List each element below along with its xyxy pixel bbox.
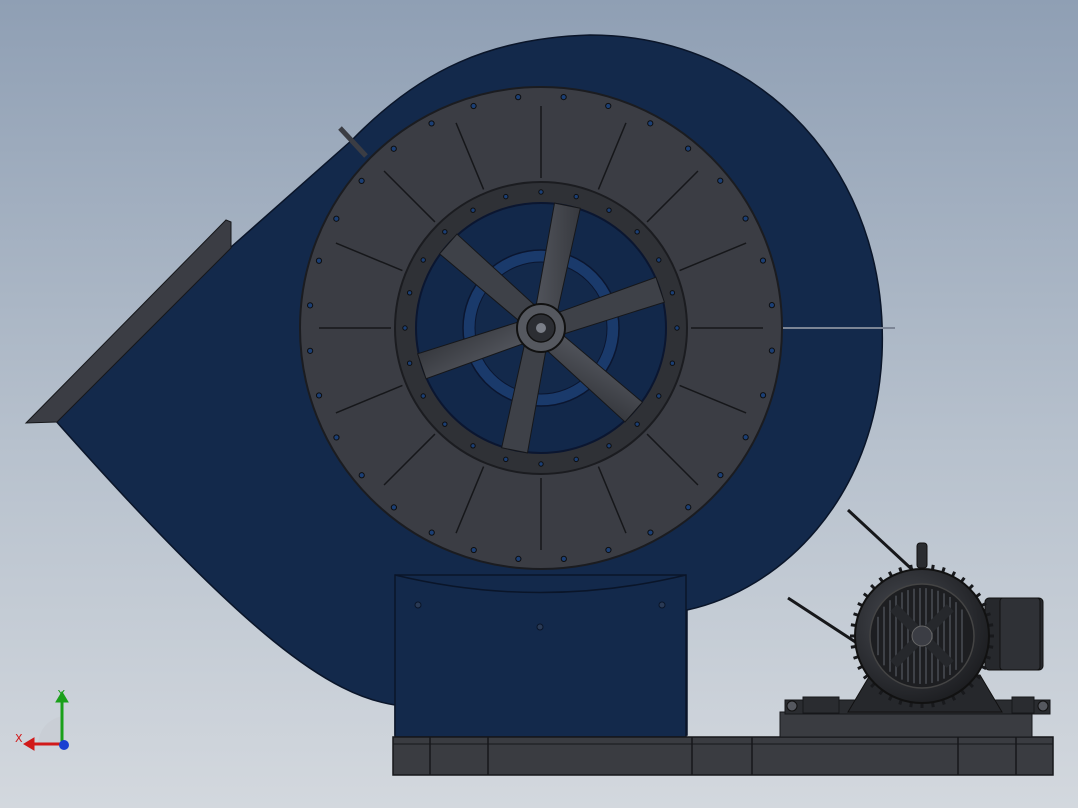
plate-bolt <box>358 472 365 479</box>
ring-bolt <box>402 325 408 331</box>
ring-bolt <box>669 290 676 296</box>
plate-bolt <box>307 347 314 354</box>
coordinate-triad[interactable] <box>10 682 80 762</box>
plate-bolt <box>560 555 567 562</box>
plate-bolt <box>315 392 323 399</box>
plate-bolt <box>742 434 749 441</box>
plate-bolt <box>333 215 340 222</box>
plate-bolt <box>428 529 435 536</box>
ring-bolt <box>656 393 662 399</box>
ring-bolt <box>606 207 612 213</box>
drive-belt <box>787 596 861 647</box>
ring-bolt <box>420 257 426 263</box>
ring-bolt <box>573 456 579 463</box>
ring-bolt <box>669 360 676 366</box>
plate-bolt <box>515 555 522 562</box>
x-axis-label: X <box>15 732 23 745</box>
plate-bolt <box>685 145 692 152</box>
plate-bolt <box>685 504 692 511</box>
ring-bolt <box>470 207 476 213</box>
ring-bolt <box>442 421 448 427</box>
hub-pin <box>536 323 546 333</box>
plate-bolt <box>390 145 397 152</box>
plate-bolt <box>647 529 654 536</box>
plate-bolt <box>470 102 477 110</box>
triad-plane <box>38 716 62 744</box>
plate-bolt <box>307 302 314 309</box>
ring-bolt <box>406 290 413 296</box>
plate-bolt <box>647 120 654 127</box>
motor-fan-center <box>911 625 933 647</box>
terminal-box-cover <box>999 597 1041 671</box>
ring-bolt <box>503 456 509 463</box>
plate-bolt <box>759 392 767 399</box>
plate-bolt <box>515 94 522 101</box>
mount-block <box>802 696 840 714</box>
ring-bolt <box>634 229 640 235</box>
ring-bolt <box>406 360 413 366</box>
pedestal-bolt <box>658 601 666 609</box>
ring-bolt <box>656 257 662 263</box>
pedestal-support <box>394 574 687 738</box>
plate-bolt <box>470 546 477 554</box>
plate-bolt <box>742 215 749 222</box>
ring-bolt <box>503 193 509 200</box>
motor-mount-base <box>779 711 1033 738</box>
ring-bolt <box>606 443 612 449</box>
x-axis-arrowhead <box>23 737 35 751</box>
ring-bolt <box>470 443 476 449</box>
z-axis-dot <box>59 740 69 750</box>
plate-bolt <box>768 302 775 309</box>
plate-bolt <box>390 504 397 511</box>
base-frame <box>392 736 1054 776</box>
mount-bolt <box>786 700 798 712</box>
mount-block <box>1011 696 1035 714</box>
pedestal-bolt <box>414 601 422 609</box>
plate-bolt <box>333 434 340 441</box>
graphics-viewport[interactable]: Y X <box>0 0 1078 808</box>
ring-bolt <box>420 393 426 399</box>
fan-assembly-model[interactable] <box>0 0 1078 808</box>
drive-belt <box>846 508 920 577</box>
plate-bolt <box>717 472 724 479</box>
ring-bolt <box>674 325 680 331</box>
plate-bolt <box>560 94 567 101</box>
plate-bolt <box>428 120 435 127</box>
ring-bolt <box>538 189 544 195</box>
ring-bolt <box>634 421 640 427</box>
plate-bolt <box>605 546 612 554</box>
plate-bolt <box>605 102 612 110</box>
plate-bolt <box>759 257 767 264</box>
mount-bolt <box>1037 700 1049 712</box>
y-axis-label: Y <box>58 688 65 701</box>
plate-bolt <box>358 177 365 184</box>
plate-bolt <box>315 257 323 264</box>
ring-bolt <box>573 193 579 200</box>
ring-bolt <box>442 229 448 235</box>
ring-bolt <box>538 461 544 467</box>
plate-bolt <box>717 177 724 184</box>
lifting-eye <box>916 542 928 569</box>
plate-bolt <box>768 347 775 354</box>
pedestal-bolt <box>536 623 544 631</box>
